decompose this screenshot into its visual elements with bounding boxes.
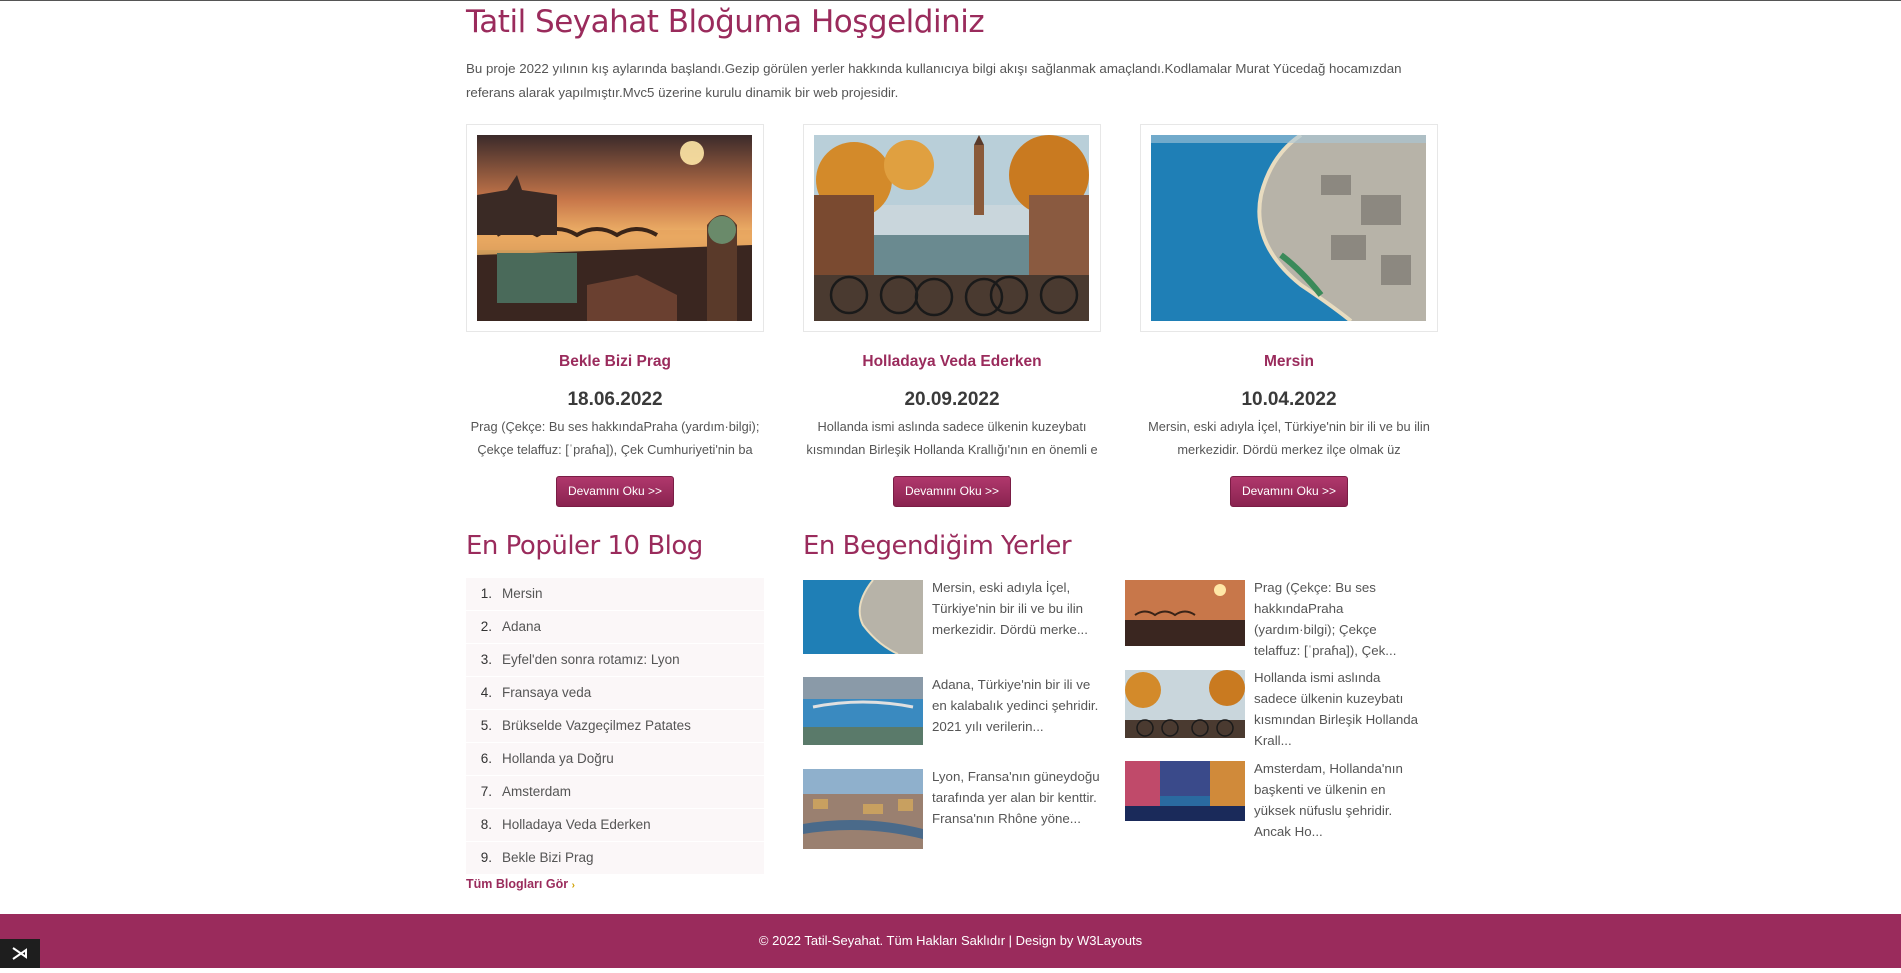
chevron-right-icon: ›	[571, 880, 575, 891]
list-item[interactable]: 3. Eyfel'den sonra rotamız: Lyon	[466, 644, 764, 677]
blog-card: Holladaya Veda Ederken 20.09.2022 Hollan…	[803, 124, 1101, 507]
footer: © 2022 Tatil-Seyahat. Tüm Hakları Saklıd…	[0, 914, 1901, 968]
card-excerpt: Hollanda ismi aslında sadece ülkenin kuz…	[806, 419, 1098, 457]
list-item[interactable]: 1. Mersin	[466, 578, 764, 611]
favorite-text[interactable]: Mersin, eski adıyla İçel, Türkiye'nin bi…	[932, 577, 1102, 640]
read-more-button[interactable]: Devamını Oku >>	[556, 476, 674, 507]
list-item[interactable]: 9. Bekle Bizi Prag	[466, 842, 764, 875]
read-more-button[interactable]: Devamını Oku >>	[1230, 476, 1348, 507]
favorite-text[interactable]: Prag (Çekçe: Bu ses hakkındaPraha (yardı…	[1254, 577, 1424, 661]
card-image-mersin[interactable]	[1151, 135, 1426, 321]
all-blogs-link[interactable]: Tüm Blogları Gör ›	[466, 877, 575, 891]
list-item[interactable]: 6. Hollanda ya Doğru	[466, 743, 764, 776]
top-border	[0, 0, 1901, 1]
favorite-thumb-mersin[interactable]	[803, 580, 923, 654]
card-title[interactable]: Holladaya Veda Ederken	[803, 353, 1101, 371]
favorite-text[interactable]: Adana, Türkiye'nin bir ili ve en kalabal…	[932, 674, 1102, 737]
popular-list: 1. Mersin 2. Adana 3. Eyfel'den sonra rotam…	[466, 578, 764, 875]
card-excerpt: Mersin, eski adıyla İçel, Türkiye'nin bi…	[1148, 419, 1430, 457]
favorite-thumb-amsterdam[interactable]	[1125, 670, 1245, 738]
favorites-heading: En Begendiğim Yerler	[803, 531, 1072, 561]
favorite-text[interactable]: Amsterdam, Hollanda'nın başkenti ve ülke…	[1254, 758, 1424, 842]
favorite-text[interactable]: Hollanda ismi aslında sadece ülkenin kuz…	[1254, 667, 1424, 751]
favorite-thumb-lyon[interactable]	[803, 769, 923, 849]
favorite-thumb-prague[interactable]	[1125, 580, 1245, 646]
favorite-text[interactable]: Lyon, Fransa'nın güneydoğu tarafında yer…	[932, 766, 1102, 829]
page-title: Tatil Seyahat Bloğuma Hoşgeldiniz	[466, 4, 985, 40]
favorite-thumb-adana[interactable]	[803, 677, 923, 745]
card-title[interactable]: Bekle Bizi Prag	[466, 353, 764, 371]
intro-paragraph: Bu proje 2022 yılının kış aylarında başl…	[466, 61, 1402, 100]
blog-card: Mersin 10.04.2022 Mersin, eski adıyla İç…	[1140, 124, 1438, 507]
list-item[interactable]: 8. Holladaya Veda Ederken	[466, 809, 764, 842]
card-date: 10.04.2022	[1241, 389, 1337, 410]
card-date: 18.06.2022	[567, 389, 663, 410]
card-image-frame[interactable]	[1140, 124, 1438, 332]
blog-card: Bekle Bizi Prag 18.06.2022 Prag (Çekçe: …	[466, 124, 764, 507]
card-title[interactable]: Mersin	[1140, 353, 1438, 371]
list-item[interactable]: 5. Brükselde Vazgeçilmez Patates	[466, 710, 764, 743]
card-excerpt: Prag (Çekçe: Bu ses hakkındaPraha (yardı…	[470, 419, 760, 457]
card-image-prague[interactable]	[477, 135, 752, 321]
card-image-frame[interactable]	[466, 124, 764, 332]
card-image-frame[interactable]	[803, 124, 1101, 332]
card-image-amsterdam[interactable]	[814, 135, 1089, 321]
footer-copyright: © 2022 Tatil-Seyahat. Tüm Hakları Saklıd…	[758, 933, 1143, 948]
favorite-thumb-amsterdam-night[interactable]	[1125, 761, 1245, 821]
read-more-button[interactable]: Devamını Oku >>	[893, 476, 1011, 507]
visual-studio-icon[interactable]	[0, 939, 40, 968]
card-date: 20.09.2022	[904, 389, 1000, 410]
list-item[interactable]: 4. Fransaya veda	[466, 677, 764, 710]
popular-heading: En Popüler 10 Blog	[466, 531, 703, 561]
list-item[interactable]: 7. Amsterdam	[466, 776, 764, 809]
list-item[interactable]: 2. Adana	[466, 611, 764, 644]
